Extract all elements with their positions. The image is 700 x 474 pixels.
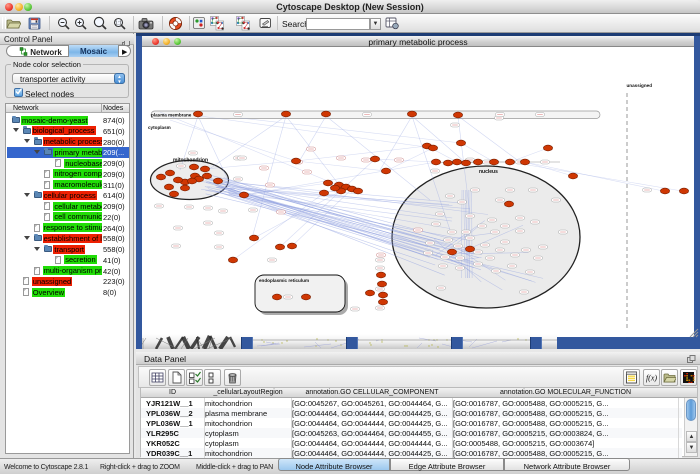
svg-text:nucleus: nucleus [479, 169, 498, 175]
svg-text:cytoplasm: cytoplasm [148, 125, 171, 130]
svg-text:plasma membrane: plasma membrane [151, 113, 192, 118]
svg-text:unassigned: unassigned [627, 83, 653, 88]
svg-text:1:1: 1:1 [115, 21, 122, 27]
svg-text:f(x): f(x) [646, 374, 657, 383]
svg-text:mitochondrion: mitochondrion [173, 158, 208, 164]
svg-text:endoplasmic reticulum: endoplasmic reticulum [259, 278, 309, 283]
